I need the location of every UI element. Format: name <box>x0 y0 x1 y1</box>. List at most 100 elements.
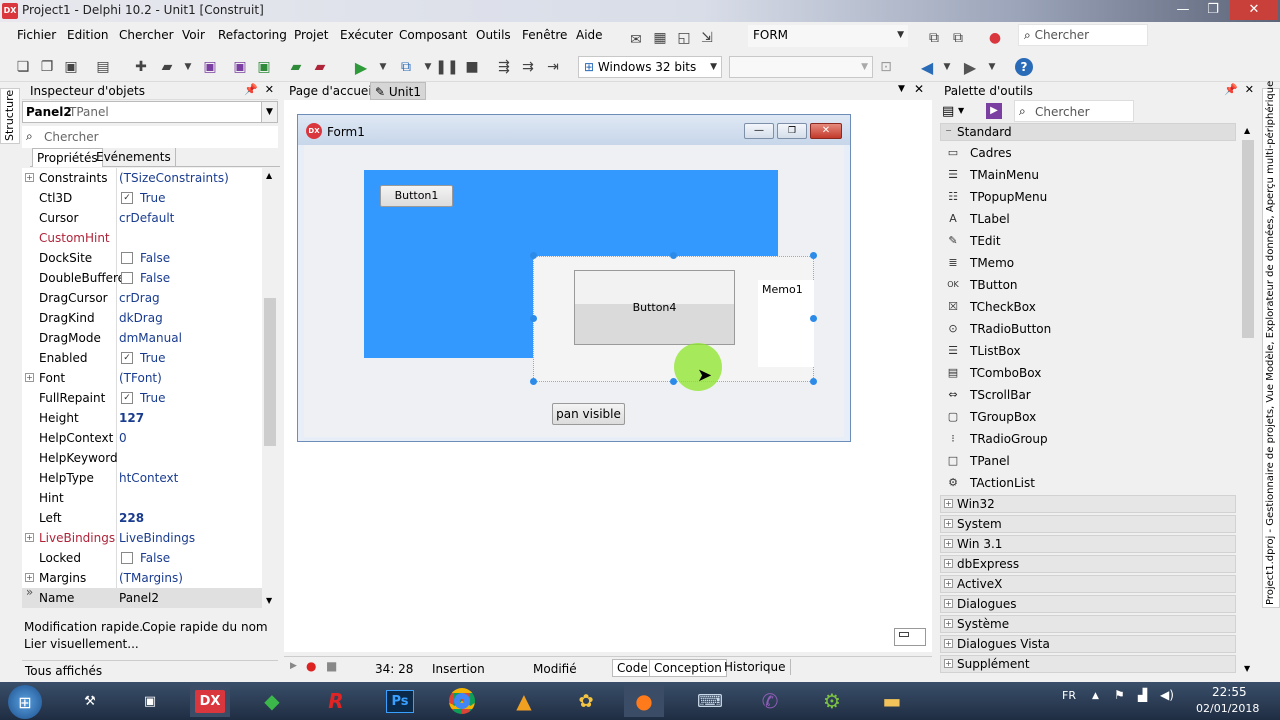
palette-category[interactable]: + Win 3.1 <box>940 535 1236 553</box>
pan-visible-button[interactable]: pan visible <box>552 403 625 425</box>
run-without-debug-icon[interactable]: ⧉ <box>396 57 416 77</box>
property-checkbox[interactable] <box>121 272 133 284</box>
property-row[interactable]: DragCursor crDrag <box>22 288 262 308</box>
reopen-icon[interactable]: ▤ <box>93 57 113 77</box>
keyboard-app-icon[interactable]: ⌨ <box>690 685 730 717</box>
property-row[interactable]: + Font (TFont) <box>22 368 262 388</box>
expand-icon[interactable]: + <box>944 619 953 628</box>
menu-composant[interactable]: Composant <box>399 28 467 42</box>
palette-item[interactable]: ✎ TEdit <box>942 230 1236 252</box>
ide-search-input[interactable]: ⌕ Chercher <box>1018 24 1148 46</box>
property-value[interactable]: 228 <box>119 511 144 525</box>
chevron-down-icon[interactable]: ▼ <box>958 106 964 115</box>
stop-macro-icon[interactable]: ■ <box>326 659 337 673</box>
scroll-up-icon[interactable]: ▲ <box>1244 126 1250 135</box>
menu-aide[interactable]: Aide <box>576 28 603 42</box>
property-row[interactable]: Ctl3D ✓ True <box>22 188 262 208</box>
new-icon[interactable]: ❏ <box>13 57 33 77</box>
property-value[interactable]: crDrag <box>119 291 160 305</box>
config-select[interactable]: ▼ <box>729 56 873 78</box>
property-checkbox[interactable]: ✓ <box>121 192 133 204</box>
property-value[interactable]: 127 <box>119 411 144 425</box>
tab-design[interactable]: Conception <box>649 659 727 677</box>
menu-voir[interactable]: Voir <box>182 28 205 42</box>
tab-unit1[interactable]: ✎ Unit1 <box>370 82 426 100</box>
property-value[interactable]: (TMargins) <box>119 571 183 585</box>
paint-icon[interactable]: ✿ <box>566 685 606 717</box>
expand-icon[interactable]: + <box>944 639 953 648</box>
trace-into-icon[interactable]: ⇶ <box>494 57 514 77</box>
resize-handle-nw[interactable] <box>530 252 537 259</box>
property-row[interactable]: FullRepaint ✓ True <box>22 388 262 408</box>
expand-icon[interactable]: + <box>944 579 953 588</box>
resize-handle-sw[interactable] <box>530 378 537 385</box>
firefox-icon[interactable]: ● <box>624 685 664 717</box>
expand-icon[interactable]: + <box>25 533 34 542</box>
expand-icon[interactable]: + <box>944 539 953 548</box>
save-icon[interactable]: ▣ <box>200 57 220 77</box>
tab-code[interactable]: Code <box>612 659 653 677</box>
property-row[interactable]: Cursor crDefault <box>22 208 262 228</box>
resize-handle-e[interactable] <box>810 315 817 322</box>
palette-category[interactable]: + Win32 <box>940 495 1236 513</box>
structure-tab[interactable]: Structure <box>0 88 20 144</box>
palette-item[interactable]: A TLabel <box>942 208 1236 230</box>
layout-icon[interactable]: ⧉ <box>924 28 944 48</box>
palette-item[interactable]: ▢ TGroupBox <box>942 406 1236 428</box>
property-value[interactable]: True <box>140 351 166 365</box>
form-close-icon[interactable]: ✕ <box>810 123 842 139</box>
tab-events[interactable]: Evénements <box>92 148 176 167</box>
chevron-down-icon[interactable]: ▼ <box>982 57 1002 77</box>
property-value[interactable]: True <box>140 391 166 405</box>
open-icon[interactable]: ❐ <box>37 57 57 77</box>
back-icon[interactable]: ◀ <box>917 57 937 77</box>
pause-icon[interactable]: ❚❚ <box>435 57 458 77</box>
chrome-icon[interactable] <box>442 685 482 717</box>
run-to-cursor-icon[interactable]: ⇥ <box>543 57 563 77</box>
property-row[interactable]: DragKind dkDrag <box>22 308 262 328</box>
tab-welcome-page[interactable]: Page d'accueil <box>289 84 375 98</box>
palette-category[interactable]: + Dialogues <box>940 595 1236 613</box>
save-all-icon[interactable]: ▣ <box>230 57 250 77</box>
menu-executer[interactable]: Exécuter <box>340 28 393 42</box>
expand-icon[interactable]: » <box>25 586 34 598</box>
property-checkbox[interactable] <box>121 552 133 564</box>
component-filter-icon[interactable]: ▶ <box>986 103 1002 119</box>
volume-icon[interactable]: ◀) <box>1160 688 1174 702</box>
menu-fichier[interactable]: Fichier <box>17 28 56 42</box>
property-row[interactable]: HelpContext 0 <box>22 428 262 448</box>
palette-item[interactable]: ≣ TMemo <box>942 252 1236 274</box>
palette-category[interactable]: + ActiveX <box>940 575 1236 593</box>
property-row[interactable]: Height 127 <box>22 408 262 428</box>
property-row[interactable]: DragMode dmManual <box>22 328 262 348</box>
property-checkbox[interactable]: ✓ <box>121 392 133 404</box>
delphi-small-icon[interactable]: ● <box>985 28 1005 48</box>
category-standard[interactable]: − Standard <box>940 123 1236 141</box>
open-folder-icon[interactable]: ▰ <box>157 57 177 77</box>
menu-chercher[interactable]: Chercher <box>119 28 174 42</box>
desktop-icon[interactable]: ⧉ <box>948 28 968 48</box>
import-icon[interactable]: ⇲ <box>697 28 717 48</box>
property-value[interactable]: False <box>140 551 170 565</box>
property-value[interactable]: Panel2 <box>119 591 159 605</box>
property-row[interactable]: Locked False <box>22 548 262 568</box>
property-row[interactable]: » Name Panel2 <box>22 586 262 608</box>
palette-category[interactable]: + Dialogues Vista <box>940 635 1236 653</box>
palette-item[interactable]: ⇔ TScrollBar <box>942 384 1236 406</box>
expand-icon[interactable]: + <box>944 499 953 508</box>
open-project-icon[interactable]: ▣ <box>61 57 81 77</box>
installer-app-icon[interactable]: ▣ <box>130 685 170 717</box>
forward-icon[interactable]: ▶ <box>960 57 980 77</box>
vlc-icon[interactable]: ▲ <box>504 685 544 717</box>
signal-icon[interactable]: ▟ <box>1138 688 1147 702</box>
close-icon[interactable]: ✕ <box>1245 83 1254 96</box>
palette-item[interactable]: ▤ TComboBox <box>942 362 1236 384</box>
property-value[interactable]: False <box>140 251 170 265</box>
resize-handle-ne[interactable] <box>810 252 817 259</box>
palette-item[interactable]: ▭ Cadres <box>942 142 1236 164</box>
palette-item[interactable]: ⊙ TRadioButton <box>942 318 1236 340</box>
pin-icon[interactable]: 📌 <box>244 83 258 96</box>
expand-icon[interactable]: + <box>944 519 953 528</box>
quick-copy-link[interactable]: Copie rapide du nom <box>142 620 268 634</box>
gem-app-icon[interactable]: ◆ <box>252 685 292 717</box>
